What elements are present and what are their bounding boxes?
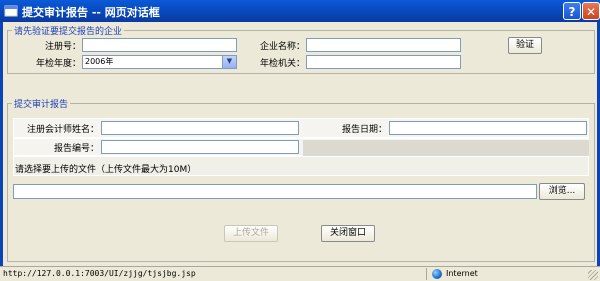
year-label: 年检年度： — [35, 59, 81, 69]
accountant-label: 注册会计师姓名： — [26, 125, 99, 135]
authority-label: 年检机关： — [259, 59, 305, 69]
chevron-down-icon[interactable]: ▼ — [222, 56, 236, 68]
status-bar: http://127.0.0.1:7003/UI/zjjg/tjsjbg.jsp… — [0, 266, 600, 281]
window-title: 提交审计报告 -- 网页对话框 — [22, 6, 160, 19]
report-form-table: 注册会计师姓名： 报告日期： 报告编号： 请选择要上传的文件（上传文件最大为10… — [13, 118, 589, 176]
report-no-label: 报告编号： — [53, 144, 99, 154]
close-window-x-button[interactable]: ✕ — [582, 2, 600, 20]
close-button[interactable]: 关闭窗口 — [321, 225, 375, 242]
reg-no-label: 注册号： — [44, 42, 81, 52]
window-icon — [4, 5, 18, 17]
status-divider — [426, 268, 427, 280]
report-legend: 提交审计报告 — [12, 97, 71, 110]
help-button[interactable]: ? — [563, 2, 581, 20]
file-prompt-label: 请选择要上传的文件（上传文件最大为10M） — [15, 165, 197, 175]
report-no-input[interactable] — [101, 140, 299, 154]
file-path-input[interactable] — [13, 184, 537, 199]
authority-input[interactable] — [306, 55, 461, 69]
upload-button[interactable]: 上传文件 — [224, 225, 278, 242]
reg-no-input[interactable] — [82, 38, 237, 52]
report-date-input[interactable] — [389, 121, 587, 135]
company-name-input[interactable] — [306, 38, 461, 52]
accountant-input[interactable] — [101, 121, 299, 135]
status-url: http://127.0.0.1:7003/UI/zjjg/tjsjbg.jsp — [3, 269, 196, 278]
company-name-label: 企业名称： — [259, 42, 305, 52]
year-select-value: 2006年 — [85, 57, 114, 66]
resize-grip-icon[interactable] — [588, 270, 598, 280]
dialog-body: 请先验证要提交报告的企业 注册号： 企业名称： 验证 年检年度： 2006年 ▼… — [0, 22, 600, 266]
year-select[interactable]: 2006年 ▼ — [82, 55, 237, 69]
form-row-empty-cell — [303, 140, 589, 156]
verify-button[interactable]: 验证 — [508, 37, 542, 54]
title-bar: 提交审计报告 -- 网页对话框 ? ✕ — [0, 0, 600, 22]
report-date-label: 报告日期： — [341, 125, 387, 135]
globe-icon — [432, 269, 442, 279]
verify-legend: 请先验证要提交报告的企业 — [12, 24, 125, 37]
security-zone: Internet — [446, 269, 478, 278]
browse-button[interactable]: 浏览... — [539, 183, 585, 200]
